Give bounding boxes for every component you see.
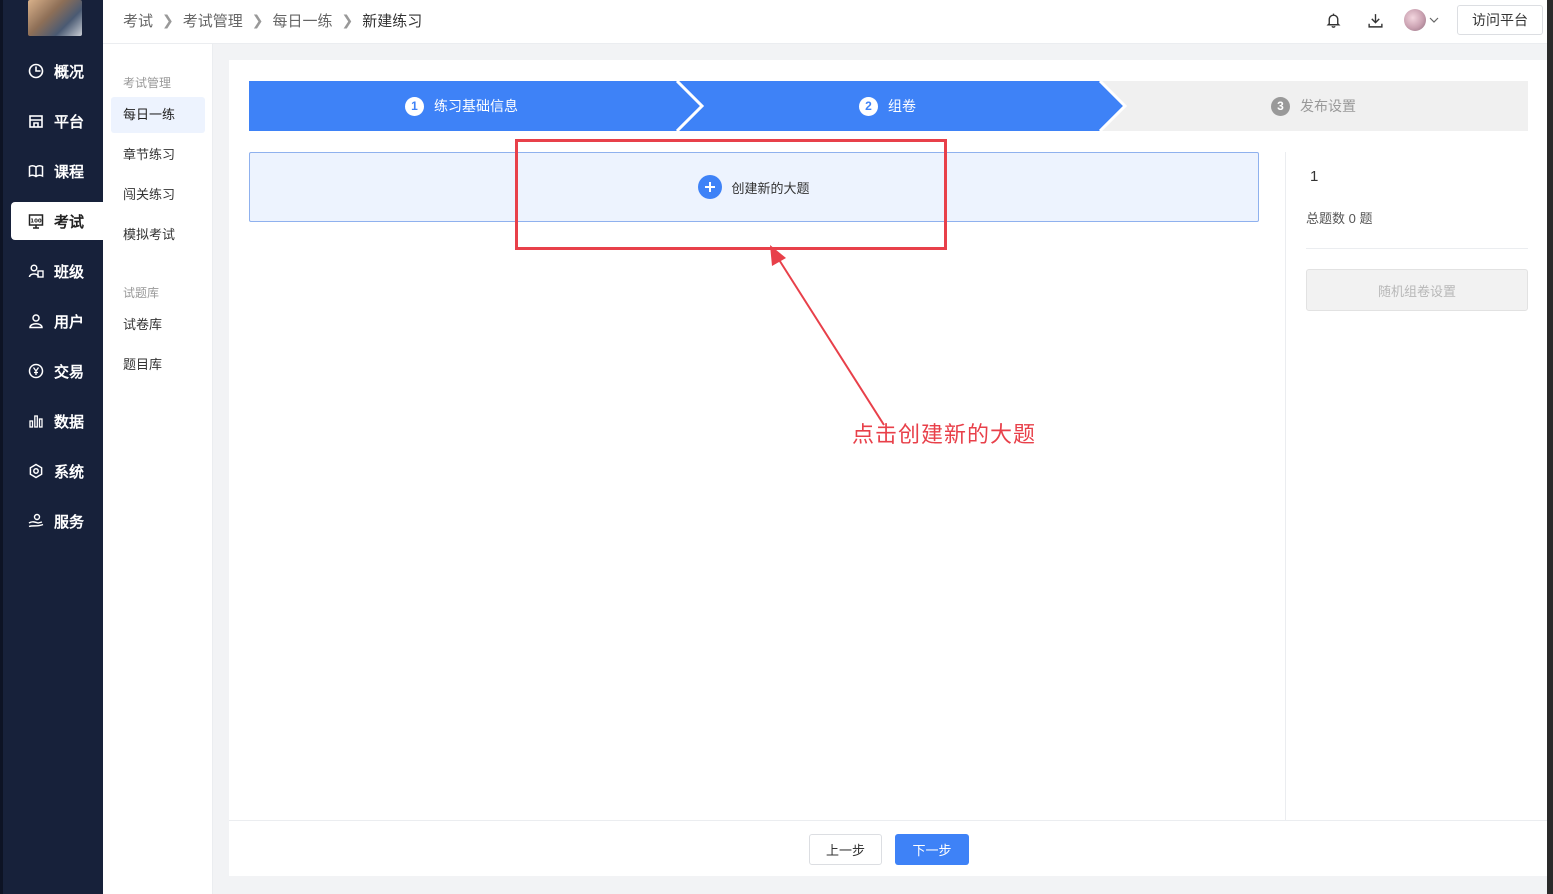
nav-item-course[interactable]: 课程	[11, 152, 106, 190]
sub-group-exam-management: 考试管理	[123, 76, 172, 90]
prev-step-button[interactable]: 上一步	[809, 834, 882, 865]
right-panel: 1 总题数 0 题 随机组卷设置	[1285, 152, 1547, 820]
nav-label: 交易	[54, 363, 85, 381]
footer: 上一步 下一步	[229, 820, 1547, 876]
chevron-right-icon: ❯	[341, 11, 354, 28]
step-bar: 1 练习基础信息 2 组卷 3 发布设置	[249, 81, 1528, 131]
header-actions: 访问平台	[1321, 0, 1553, 40]
nav-item-platform[interactable]: 平台	[11, 102, 106, 140]
top-bar: 考试 ❯ 考试管理 ❯ 每日一练 ❯ 新建练习 访问平台	[103, 0, 1553, 44]
chevron-down-icon[interactable]	[1427, 8, 1441, 32]
breadcrumb-item[interactable]: 每日一练	[273, 10, 333, 31]
plus-circle-icon	[698, 175, 723, 199]
store-icon	[27, 112, 45, 130]
question-index: 1	[1310, 168, 1319, 185]
exam-score-icon: 100	[27, 212, 45, 230]
sub-nav: 考试管理 每日一练 章节练习 闯关练习 模拟考试 试题库 试卷库 题目库	[103, 0, 213, 894]
bell-icon[interactable]	[1321, 8, 1345, 32]
total-question-count: 总题数 0 题	[1306, 211, 1373, 226]
window-edge	[1547, 0, 1553, 894]
nav-item-overview[interactable]: 概况	[11, 52, 106, 90]
chevron-right-icon: ❯	[251, 11, 264, 28]
step-1: 1 练习基础信息	[405, 81, 518, 131]
avatar[interactable]	[1403, 8, 1427, 32]
gear-icon	[27, 462, 45, 480]
annotation-text: 点击创建新的大题	[852, 422, 1037, 447]
step-number: 3	[1271, 96, 1290, 116]
logo[interactable]	[28, 0, 82, 36]
breadcrumb-item[interactable]: 考试	[123, 10, 153, 31]
nav-item-user[interactable]: 用户	[11, 302, 106, 340]
nav-item-data[interactable]: 数据	[11, 402, 106, 440]
nav-item-service[interactable]: 服务	[11, 502, 106, 540]
step-number: 2	[859, 96, 878, 116]
visit-platform-button[interactable]: 访问平台	[1457, 5, 1543, 35]
sub-group-question-bank: 试题库	[123, 286, 160, 300]
sub-item-mock-exam[interactable]: 模拟考试	[111, 217, 205, 253]
main-card: 1 练习基础信息 2 组卷 3 发布设置 创建新的大题 1 总题数 0 题 随机…	[229, 60, 1547, 876]
divider	[1306, 248, 1528, 249]
nav-label: 服务	[54, 513, 85, 531]
svg-text:100: 100	[30, 219, 42, 225]
step-label: 练习基础信息	[434, 98, 518, 114]
sub-item-chapter-practice[interactable]: 章节练习	[111, 137, 205, 173]
nav-label: 考试	[54, 213, 85, 231]
nav-label: 平台	[54, 113, 85, 131]
book-icon	[27, 162, 45, 180]
nav-item-class[interactable]: 班级	[11, 252, 106, 290]
sub-item-level-practice[interactable]: 闯关练习	[111, 177, 205, 213]
sub-item-paper-bank[interactable]: 试卷库	[111, 307, 205, 343]
nav-item-trade[interactable]: 交易	[11, 352, 106, 390]
random-paper-settings-button[interactable]: 随机组卷设置	[1306, 269, 1528, 311]
next-step-button[interactable]: 下一步	[895, 834, 969, 865]
download-icon[interactable]	[1363, 8, 1387, 32]
clock-pie-icon	[27, 62, 45, 80]
step-number: 1	[405, 96, 424, 116]
breadcrumb: 考试 ❯ 考试管理 ❯ 每日一练 ❯ 新建练习	[123, 0, 422, 40]
nav-label: 数据	[54, 413, 85, 431]
nav-item-exam[interactable]: 100 考试	[11, 202, 106, 240]
step-label: 发布设置	[1300, 98, 1356, 114]
step-3: 3 发布设置	[1271, 81, 1356, 131]
create-section-label: 创建新的大题	[731, 180, 810, 196]
chevron-right-icon: ❯	[162, 11, 174, 28]
create-section-button[interactable]: 创建新的大题	[249, 152, 1259, 222]
user-icon	[27, 312, 45, 330]
step-2: 2 组卷	[859, 81, 916, 131]
left-nav: 概况 平台 课程 100 考试 班级 用户 交易 数据 系统 服务	[0, 0, 106, 894]
breadcrumb-current: 新建练习	[362, 12, 423, 30]
nav-item-system[interactable]: 系统	[11, 452, 106, 490]
breadcrumb-item[interactable]: 考试管理	[183, 10, 243, 31]
step-label: 组卷	[888, 98, 916, 114]
yen-circle-icon	[27, 362, 45, 380]
bar-chart-icon	[27, 412, 45, 430]
nav-label: 概况	[54, 63, 85, 81]
nav-label: 系统	[54, 463, 85, 481]
sub-item-question-bank[interactable]: 题目库	[111, 347, 205, 383]
nav-label: 班级	[54, 263, 85, 281]
group-icon	[27, 262, 45, 280]
nav-label: 课程	[54, 163, 85, 181]
nav-label: 用户	[54, 313, 85, 331]
service-hand-icon	[27, 512, 45, 530]
sub-item-daily-practice[interactable]: 每日一练	[111, 97, 205, 133]
